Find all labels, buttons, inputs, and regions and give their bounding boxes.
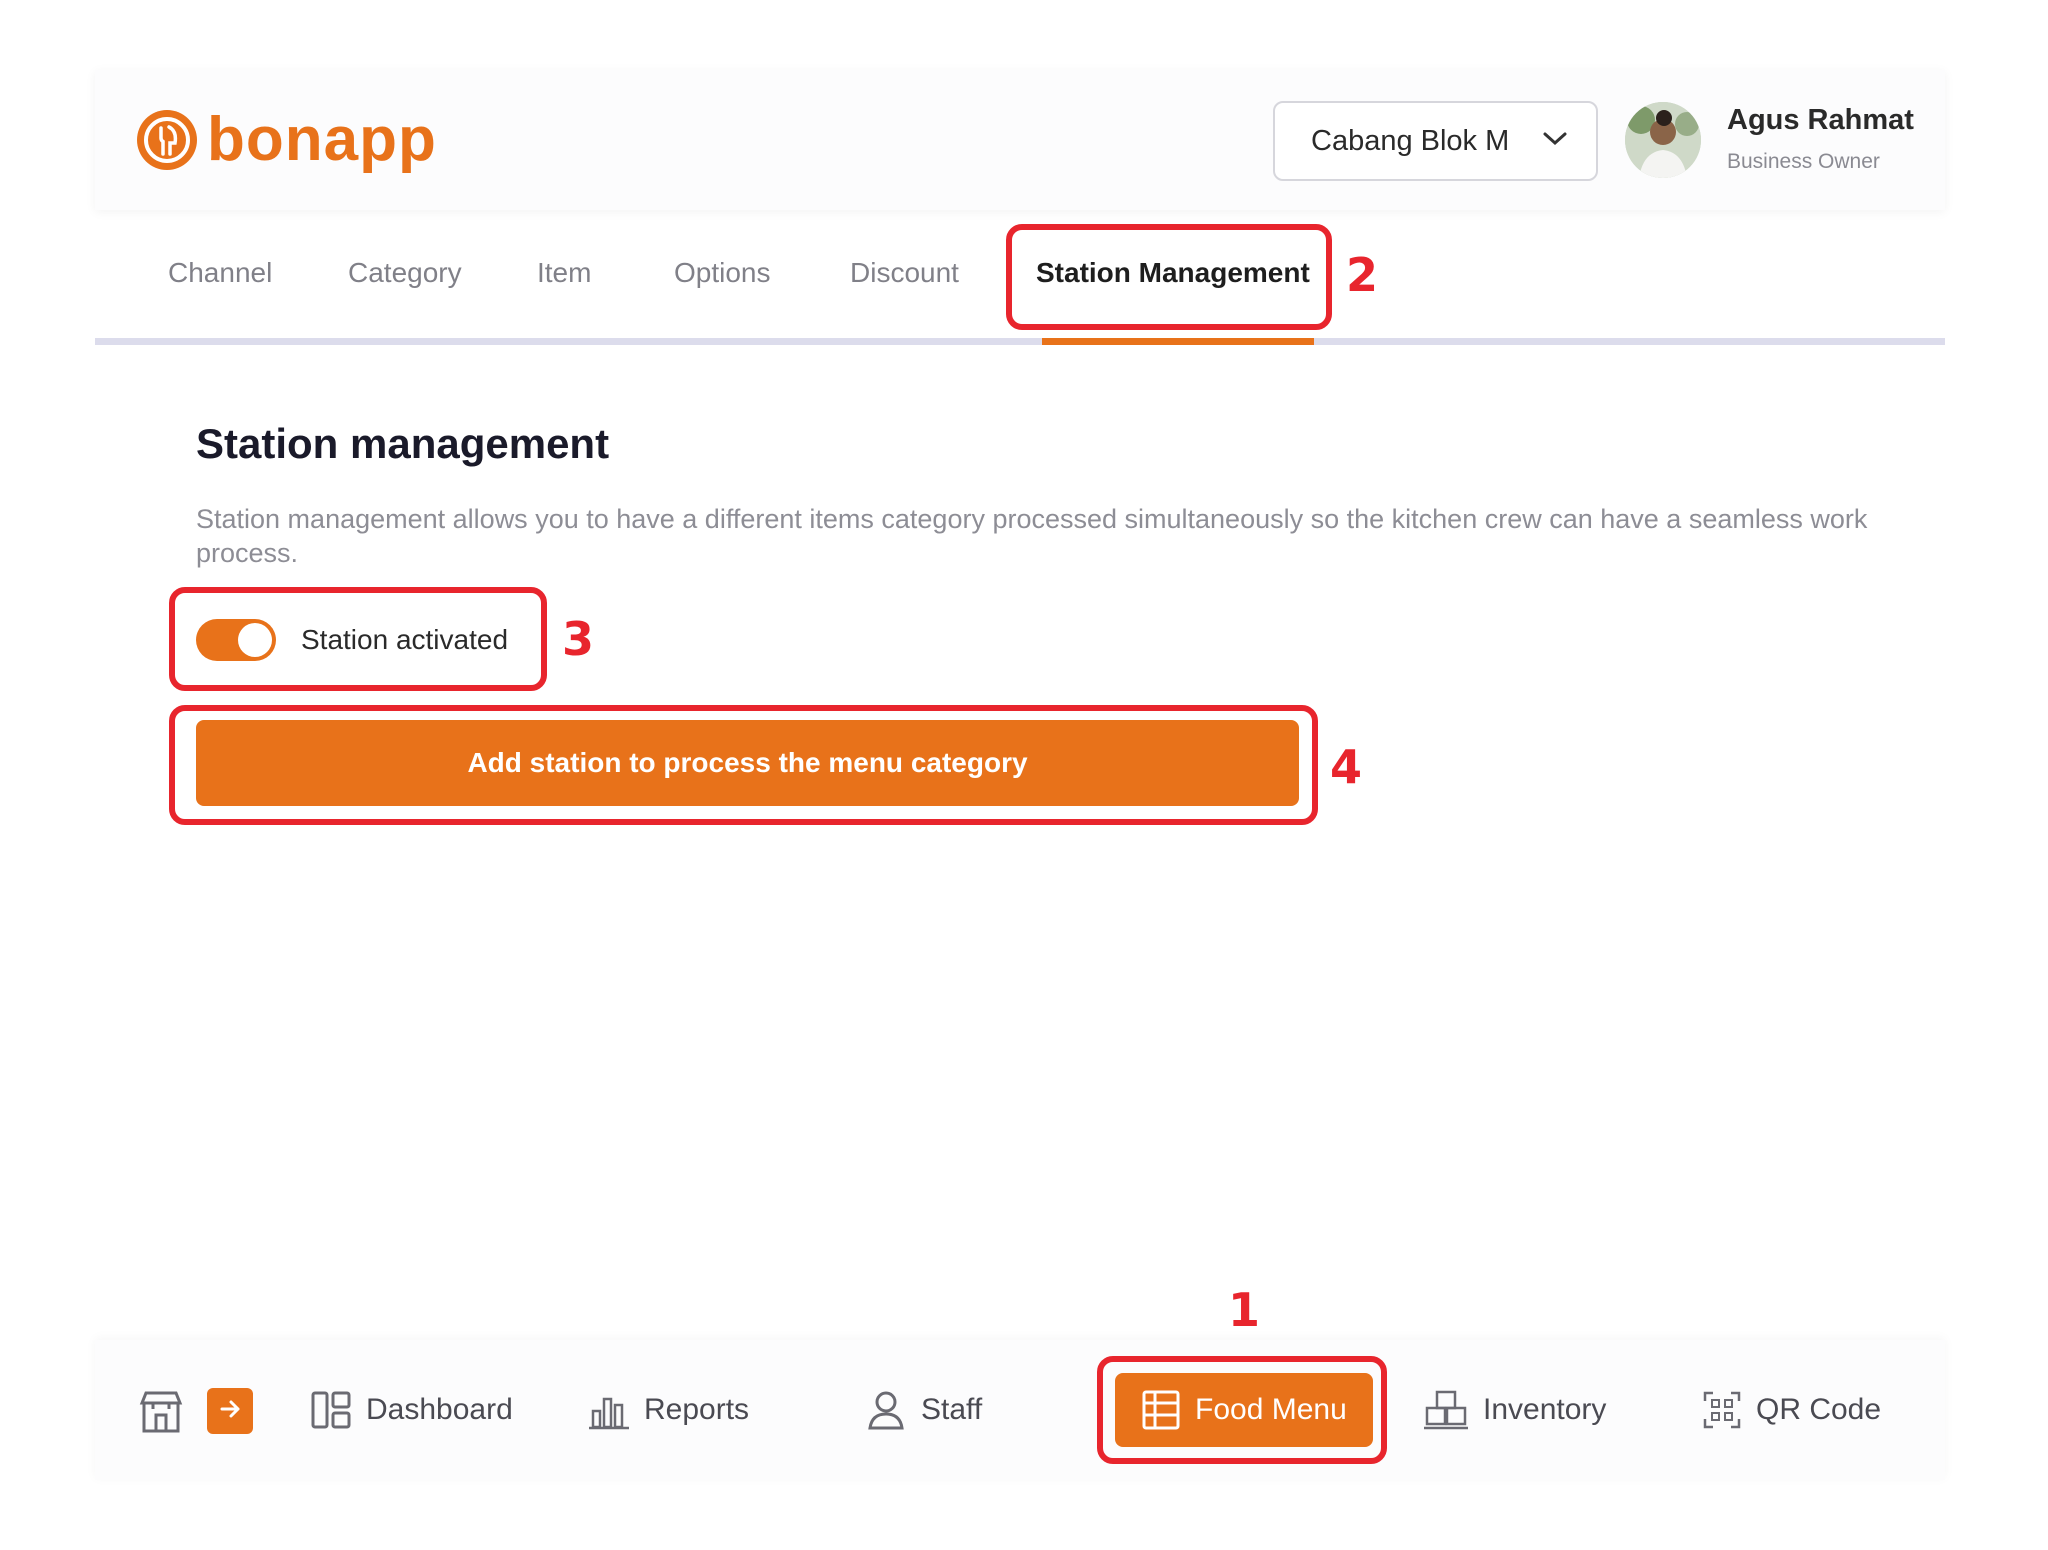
- chevron-down-icon: [1542, 131, 1568, 152]
- bottom-navigation: Dashboard Reports Staff Food Menu Invent…: [95, 1340, 1945, 1480]
- callout-number-1: 1: [1228, 1283, 1261, 1337]
- nav-label: Staff: [921, 1393, 983, 1426]
- nav-label: Dashboard: [366, 1393, 513, 1426]
- nav-food-menu[interactable]: Food Menu: [1115, 1373, 1373, 1447]
- tab-station-management[interactable]: Station Management: [1036, 257, 1310, 289]
- nav-label: Inventory: [1483, 1393, 1607, 1426]
- branch-label: Cabang Blok M: [1311, 124, 1510, 157]
- tab-category[interactable]: Category: [348, 257, 462, 289]
- callout-number-3: 3: [562, 612, 595, 666]
- toggle-knob: [238, 623, 272, 657]
- qr-code-icon: [1702, 1390, 1742, 1430]
- station-toggle[interactable]: [196, 619, 276, 661]
- menu-tabs: Channel Category Item Options Discount S…: [95, 220, 1945, 345]
- brand-name: bonapp: [207, 105, 437, 174]
- tab-options[interactable]: Options: [674, 257, 771, 289]
- menu-icon: [1141, 1389, 1181, 1431]
- branch-selector[interactable]: Cabang Blok M: [1273, 101, 1598, 181]
- callout-number-2: 2: [1346, 248, 1379, 302]
- add-station-button[interactable]: Add station to process the menu category: [196, 720, 1299, 806]
- nav-reports[interactable]: Reports: [588, 1382, 749, 1438]
- nav-label: Food Menu: [1195, 1393, 1347, 1426]
- store-icon[interactable]: [138, 1389, 184, 1440]
- nav-label: Reports: [644, 1393, 750, 1426]
- page-title: Station management: [196, 420, 610, 467]
- bar-chart-icon: [588, 1389, 630, 1431]
- expand-sidebar-button[interactable]: [207, 1388, 253, 1434]
- callout-number-4: 4: [1330, 740, 1363, 794]
- top-header: bonapp Cabang Blok M Agus Rahmat Busines…: [95, 70, 1945, 210]
- nav-staff[interactable]: Staff: [865, 1382, 982, 1438]
- nav-label: QR Code: [1756, 1393, 1882, 1426]
- tab-discount[interactable]: Discount: [850, 257, 959, 289]
- nav-inventory[interactable]: Inventory: [1423, 1382, 1606, 1438]
- station-toggle-row: Station activated: [196, 615, 508, 665]
- active-tab-indicator: [1042, 338, 1314, 345]
- tabs-divider: [95, 338, 1945, 345]
- bonapp-logo-icon: [137, 110, 197, 170]
- user-icon: [865, 1389, 907, 1431]
- nav-dashboard[interactable]: Dashboard: [310, 1382, 513, 1438]
- user-role: Business Owner: [1727, 150, 1880, 173]
- nav-qr-code[interactable]: QR Code: [1702, 1382, 1881, 1438]
- dashboard-icon: [310, 1389, 352, 1431]
- tab-item[interactable]: Item: [537, 257, 591, 289]
- avatar[interactable]: [1625, 102, 1701, 178]
- page-description: Station management allows you to have a …: [196, 504, 1868, 568]
- brand-logo[interactable]: bonapp: [137, 108, 437, 172]
- arrow-right-icon: [218, 1397, 242, 1426]
- boxes-icon: [1423, 1389, 1469, 1431]
- user-name: Agus Rahmat: [1727, 104, 1914, 136]
- tab-channel[interactable]: Channel: [168, 257, 272, 289]
- toggle-label: Station activated: [301, 624, 509, 655]
